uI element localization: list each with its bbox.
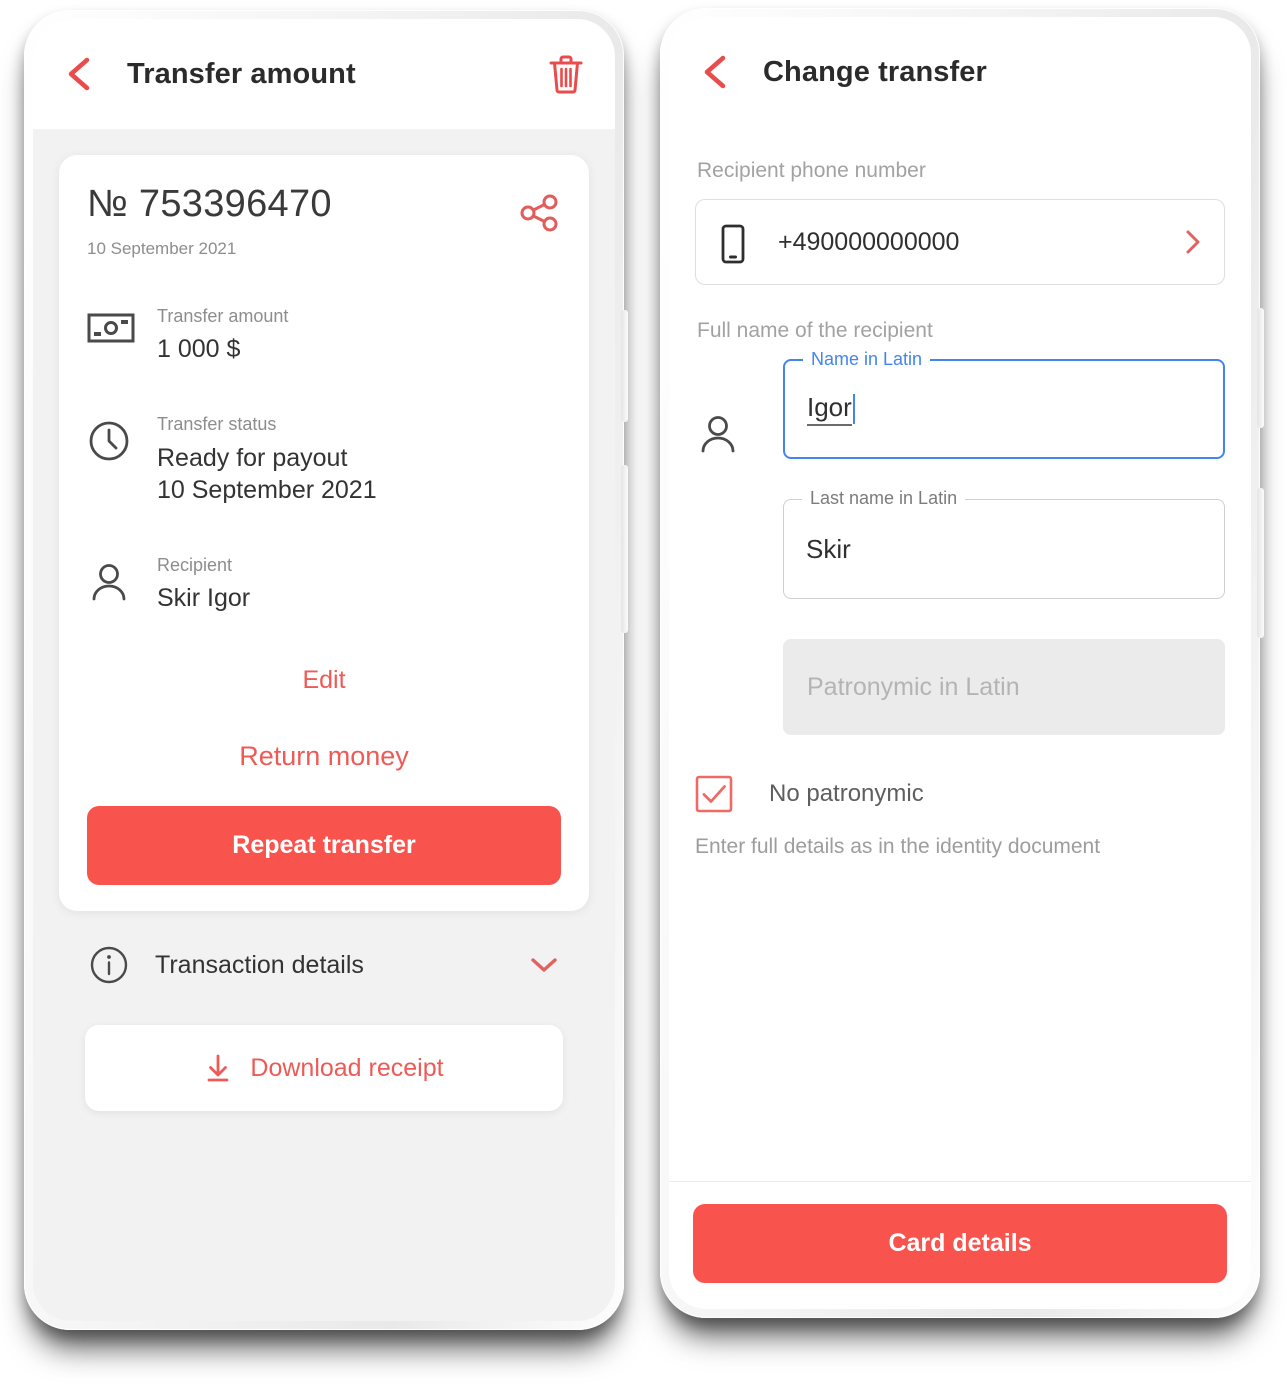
phone-mockup-left: Transfer amount № 753396470 10 September… xyxy=(24,10,628,1330)
appbar-right: Change transfer xyxy=(669,17,1251,127)
first-name-value: Igor xyxy=(807,392,852,426)
detail-rows: Transfer amount 1 000 $ Transfer status … xyxy=(87,305,561,615)
patronymic-placeholder: Patronymic in Latin xyxy=(807,672,1020,701)
chevron-down-icon[interactable] xyxy=(529,955,559,975)
recipient-phone-value: +490000000000 xyxy=(778,227,960,256)
card-details-button[interactable]: Card details xyxy=(693,1204,1227,1283)
transaction-details-row[interactable]: Transaction details xyxy=(59,911,589,1015)
repeat-transfer-button[interactable]: Repeat transfer xyxy=(87,806,561,886)
transaction-details-label: Transaction details xyxy=(155,950,364,979)
phone-side-button-power[interactable] xyxy=(621,465,628,633)
page-title: Transfer amount xyxy=(127,57,356,90)
download-icon xyxy=(204,1053,232,1083)
first-name-input[interactable]: Name in Latin Igor xyxy=(783,350,1225,459)
last-name-legend: Last name in Latin xyxy=(802,489,966,507)
account-block: № 753396470 10 September 2021 xyxy=(87,183,332,259)
edit-button[interactable]: Edit xyxy=(87,666,561,695)
row-value: 1 000 $ xyxy=(157,335,241,364)
row-recipient: Recipient Skir Igor xyxy=(87,554,561,615)
row-value-line1: Ready for payout xyxy=(157,443,348,472)
recipient-phone-field[interactable]: +490000000000 xyxy=(695,199,1225,285)
download-receipt-label: Download receipt xyxy=(250,1053,444,1082)
row-value: Skir Igor xyxy=(157,584,251,613)
person-icon xyxy=(87,554,143,609)
row-text: Transfer status Ready for payout 10 Sept… xyxy=(157,413,377,506)
chevron-right-icon[interactable] xyxy=(1182,227,1204,257)
last-name-input[interactable]: Last name in Latin Skir xyxy=(783,489,1225,599)
row-label: Transfer status xyxy=(157,414,277,435)
mobile-phone-icon xyxy=(716,222,750,264)
appbar-left: Transfer amount xyxy=(33,19,615,129)
first-name-legend: Name in Latin xyxy=(803,350,931,368)
phone-side-button-volume[interactable] xyxy=(1257,308,1264,428)
row-transfer-status: Transfer status Ready for payout 10 Sept… xyxy=(87,413,561,506)
transfer-date: 10 September 2021 xyxy=(87,238,237,258)
checkbox-checked-icon[interactable] xyxy=(695,775,733,813)
share-icon[interactable] xyxy=(517,191,561,235)
return-money-button[interactable]: Return money xyxy=(87,741,561,772)
account-number: № 753396470 xyxy=(87,183,332,225)
fields-column: Name in Latin Igor Last name in Latin Sk… xyxy=(783,350,1225,735)
back-icon[interactable] xyxy=(61,52,101,96)
phone-side-button-volume[interactable] xyxy=(621,310,628,422)
banknote-icon xyxy=(87,305,143,350)
text-caret xyxy=(852,394,855,424)
card-header: № 753396470 10 September 2021 xyxy=(87,183,561,259)
row-text: Transfer amount 1 000 $ xyxy=(157,305,288,366)
row-label: Recipient xyxy=(157,554,233,575)
no-patronymic-label: No patronymic xyxy=(769,780,924,807)
bottom-action-bar: Card details xyxy=(669,1181,1251,1309)
row-transfer-amount: Transfer amount 1 000 $ xyxy=(87,305,561,366)
page-title: Change transfer xyxy=(763,55,987,88)
name-fields-group: Name in Latin Igor Last name in Latin Sk… xyxy=(695,350,1225,735)
clock-icon xyxy=(87,413,143,468)
download-receipt-button[interactable]: Download receipt xyxy=(85,1025,563,1112)
left-screen-body: № 753396470 10 September 2021 Transfer a… xyxy=(33,129,615,1112)
screen-transfer-amount: Transfer amount № 753396470 10 September… xyxy=(33,19,615,1321)
right-screen-body: Recipient phone number +490000000000 Ful… xyxy=(669,127,1251,1309)
transfer-card: № 753396470 10 September 2021 Transfer a… xyxy=(59,155,589,912)
patronymic-input: Patronymic in Latin xyxy=(783,639,1225,735)
screen-change-transfer: Change transfer Recipient phone number +… xyxy=(669,17,1251,1309)
info-icon xyxy=(89,945,129,985)
phone-side-button-power[interactable] xyxy=(1257,488,1264,638)
screenshot-stage: Transfer amount № 753396470 10 September… xyxy=(0,0,1287,1386)
row-label: Transfer amount xyxy=(157,305,289,326)
no-patronymic-checkbox-row[interactable]: No patronymic xyxy=(695,775,1225,813)
person-icon xyxy=(695,411,741,462)
recipient-phone-caption: Recipient phone number xyxy=(697,159,926,182)
row-text: Recipient Skir Igor xyxy=(157,554,250,615)
trash-icon[interactable] xyxy=(545,52,587,96)
full-name-caption: Full name of the recipient xyxy=(697,319,933,342)
phone-mockup-right: Change transfer Recipient phone number +… xyxy=(660,8,1264,1318)
identity-document-hint: Enter full details as in the identity do… xyxy=(695,835,1101,858)
row-value-line2: 10 September 2021 xyxy=(157,475,377,504)
back-icon[interactable] xyxy=(697,50,737,94)
last-name-value: Skir xyxy=(806,533,851,564)
